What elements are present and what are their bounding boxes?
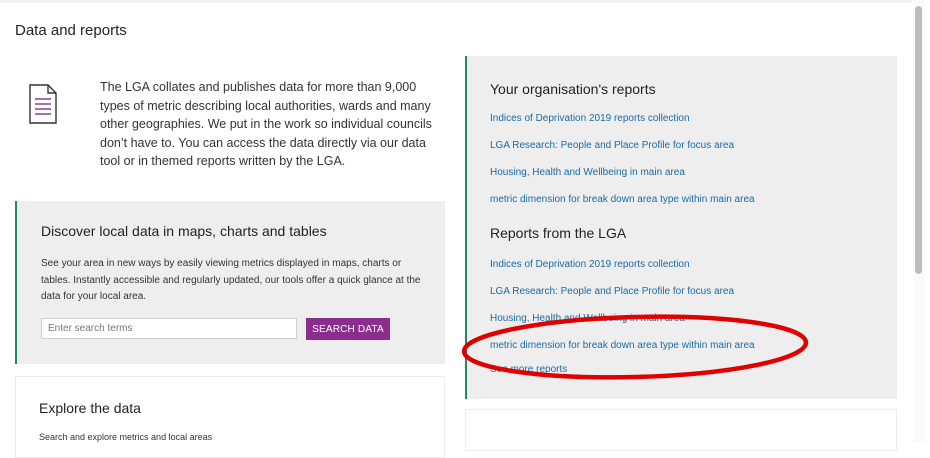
org-report-link[interactable]: Housing, Health and Wellbeing in main ar… [490, 167, 685, 178]
explore-panel: Explore the data Search and explore metr… [15, 376, 445, 458]
scrollbar[interactable] [913, 0, 925, 442]
discover-description: See your area in new ways by easily view… [41, 258, 421, 302]
discover-title: Discover local data in maps, charts and … [41, 223, 327, 239]
see-more-reports-link[interactable]: See more reports [490, 364, 567, 375]
top-border [0, 0, 912, 3]
lga-report-link[interactable]: metric dimension for break down area typ… [490, 340, 755, 351]
explore-title: Explore the data [39, 400, 141, 416]
explore-description: Search and explore metrics and local are… [39, 432, 213, 442]
lga-report-link[interactable]: Indices of Deprivation 2019 reports coll… [490, 259, 690, 270]
lga-report-link[interactable]: LGA Research: People and Place Profile f… [490, 286, 734, 297]
reports-panel: Your organisation's reports Indices of D… [465, 56, 897, 399]
org-report-link[interactable]: LGA Research: People and Place Profile f… [490, 140, 734, 151]
scrollbar-thumb[interactable] [915, 6, 922, 274]
intro-text: The LGA collates and publishes data for … [100, 80, 432, 168]
document-icon [29, 84, 57, 124]
search-input[interactable] [41, 318, 297, 339]
lower-panel [465, 409, 897, 451]
org-report-link[interactable]: metric dimension for break down area typ… [490, 194, 755, 205]
org-reports-title: Your organisation's reports [490, 81, 656, 97]
page-title: Data and reports [15, 22, 127, 39]
discover-panel: Discover local data in maps, charts and … [15, 201, 445, 364]
org-report-link[interactable]: Indices of Deprivation 2019 reports coll… [490, 113, 690, 124]
search-data-button[interactable]: SEARCH DATA [306, 318, 390, 340]
lga-reports-title: Reports from the LGA [490, 225, 627, 241]
lga-report-link[interactable]: Housing, Health and Wellbeing in main ar… [490, 313, 685, 324]
